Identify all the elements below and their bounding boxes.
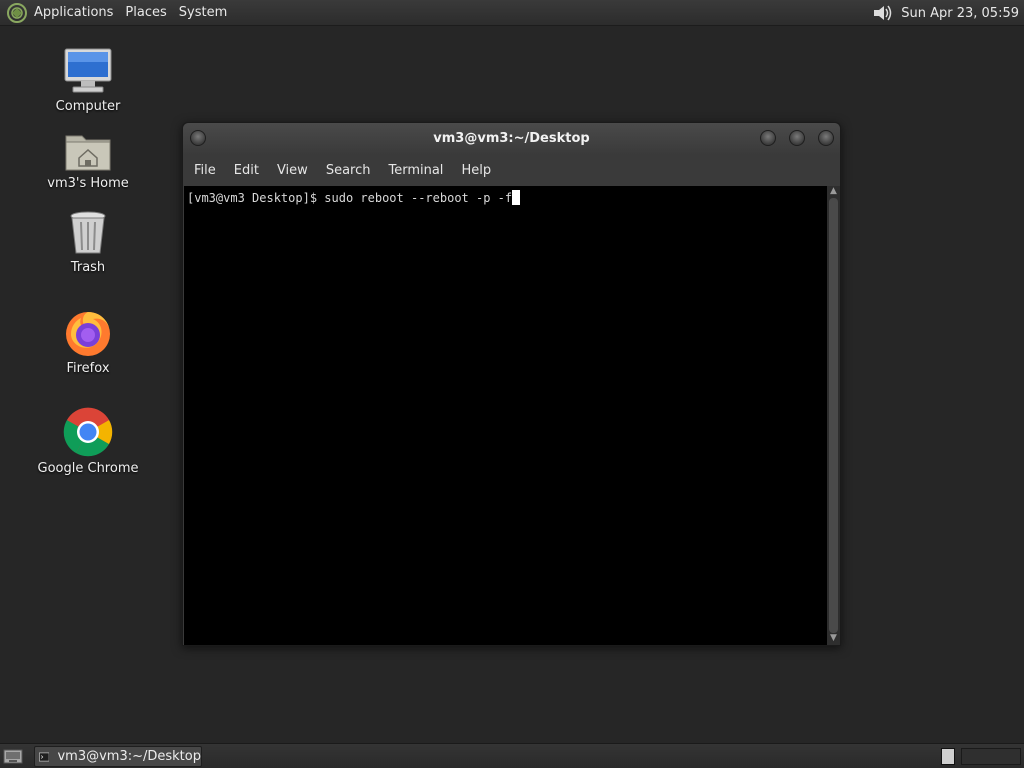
workspace-2[interactable] bbox=[961, 748, 1021, 765]
desktop-icon-chrome[interactable]: Google Chrome bbox=[33, 407, 143, 476]
firefox-icon bbox=[66, 312, 110, 356]
terminal-area[interactable]: [vm3@vm3 Desktop]$ sudo reboot --reboot … bbox=[184, 186, 827, 645]
menu-file[interactable]: File bbox=[185, 163, 225, 178]
scroll-down-arrow-icon[interactable]: ▼ bbox=[829, 634, 838, 643]
show-desktop-icon[interactable] bbox=[3, 748, 23, 765]
trash-icon bbox=[70, 211, 106, 254]
top-panel: Applications Places System Sun Apr 23, 0… bbox=[0, 0, 1024, 26]
taskbar-terminal-button[interactable]: vm3@vm3:~/Desktop bbox=[34, 746, 202, 767]
taskbar-task-label: vm3@vm3:~/Desktop bbox=[57, 749, 201, 764]
workspace-1[interactable] bbox=[941, 748, 955, 765]
speaker-icon[interactable] bbox=[871, 3, 895, 23]
terminal-scrollbar[interactable]: ▲ ▼ bbox=[827, 186, 840, 645]
clock[interactable]: Sun Apr 23, 05:59 bbox=[901, 6, 1019, 21]
text-cursor bbox=[512, 190, 521, 205]
menu-view[interactable]: View bbox=[268, 163, 317, 178]
computer-icon bbox=[64, 48, 112, 93]
shell-prompt: [vm3@vm3 Desktop]$ bbox=[187, 191, 325, 205]
desktop-icon-label: Trash bbox=[70, 260, 106, 275]
terminal-icon bbox=[39, 752, 50, 761]
bottom-panel: vm3@vm3:~/Desktop bbox=[0, 743, 1024, 768]
menu-terminal[interactable]: Terminal bbox=[379, 163, 452, 178]
home-folder-icon bbox=[65, 135, 111, 171]
desktop-icon-label: vm3's Home bbox=[47, 176, 129, 191]
terminal-window[interactable]: vm3@vm3:~/Desktop File Edit View Search … bbox=[182, 122, 841, 646]
desktop-icon-home[interactable]: vm3's Home bbox=[33, 130, 143, 191]
desktop-icon-firefox[interactable]: Firefox bbox=[33, 307, 143, 376]
menu-search[interactable]: Search bbox=[317, 163, 380, 178]
desktop-icon-label: Computer bbox=[55, 99, 121, 114]
scroll-up-arrow-icon[interactable]: ▲ bbox=[829, 187, 838, 196]
menu-help[interactable]: Help bbox=[452, 163, 500, 178]
desktop-icon-computer[interactable]: Computer bbox=[33, 47, 143, 114]
places-menu[interactable]: Places bbox=[125, 5, 174, 20]
terminal-menubar: File Edit View Search Terminal Help bbox=[183, 155, 840, 185]
system-menu[interactable]: System bbox=[179, 5, 235, 20]
distro-logo-icon[interactable] bbox=[6, 2, 28, 24]
close-button[interactable] bbox=[818, 130, 834, 146]
maximize-button[interactable] bbox=[789, 130, 805, 146]
scroll-thumb[interactable] bbox=[829, 198, 838, 633]
desktop-icon-label: Google Chrome bbox=[37, 461, 139, 476]
title-bar[interactable]: vm3@vm3:~/Desktop bbox=[183, 123, 840, 155]
desktop-icon-trash[interactable]: Trash bbox=[33, 210, 143, 275]
window-title: vm3@vm3:~/Desktop bbox=[433, 131, 590, 146]
typed-command: sudo reboot --reboot -p -f bbox=[324, 191, 513, 205]
applications-menu[interactable]: Applications bbox=[34, 5, 121, 20]
desktop-icon-label: Firefox bbox=[66, 361, 110, 376]
minimize-button[interactable] bbox=[760, 130, 776, 146]
chrome-icon bbox=[63, 407, 113, 457]
menu-edit[interactable]: Edit bbox=[225, 163, 268, 178]
